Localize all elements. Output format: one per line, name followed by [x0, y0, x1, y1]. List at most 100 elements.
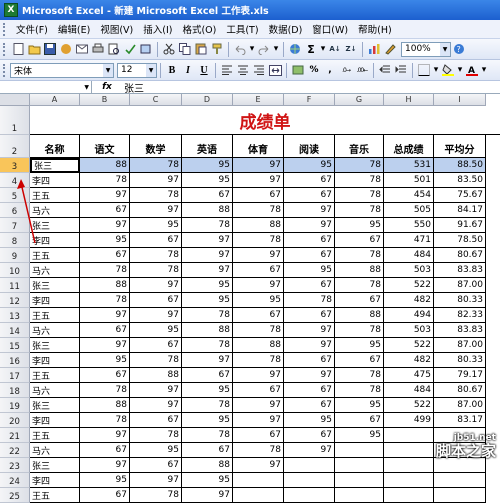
dropdown-arrow-icon[interactable]: ▾ [481, 63, 487, 77]
column-header[interactable]: F [284, 94, 335, 106]
permission-icon[interactable] [59, 42, 73, 56]
menu-format[interactable]: 格式(O) [177, 22, 221, 36]
score-cell[interactable]: 67 [284, 398, 335, 413]
score-cell[interactable]: 80.67 [434, 383, 486, 398]
score-cell[interactable]: 67 [80, 203, 130, 218]
score-cell[interactable]: 97 [80, 458, 130, 473]
underline-button[interactable]: U [197, 63, 211, 77]
score-cell[interactable] [233, 473, 284, 488]
score-cell[interactable]: 97 [130, 173, 182, 188]
score-cell[interactable]: 67 [335, 293, 384, 308]
open-folder-icon[interactable] [27, 42, 41, 56]
score-cell[interactable]: 78 [335, 158, 384, 173]
name-cell[interactable]: 李四 [30, 293, 80, 308]
name-cell[interactable]: 王五 [30, 488, 80, 503]
score-cell[interactable]: 67 [130, 293, 182, 308]
score-cell[interactable]: 95 [130, 443, 182, 458]
score-cell[interactable]: 67 [130, 413, 182, 428]
dropdown-arrow-icon[interactable]: ▾ [457, 63, 463, 77]
score-cell[interactable]: 78.50 [434, 233, 486, 248]
header-cell[interactable]: 总成绩 [384, 135, 434, 158]
score-cell[interactable]: 67 [182, 368, 233, 383]
dropdown-arrow-icon[interactable]: ▾ [433, 63, 439, 77]
score-cell[interactable]: 78 [233, 443, 284, 458]
align-center-icon[interactable] [236, 63, 250, 77]
score-cell[interactable]: 67 [284, 353, 335, 368]
toolbar-grip-icon[interactable] [3, 23, 7, 36]
row-header[interactable]: 21 [0, 428, 30, 443]
score-cell[interactable]: 88 [182, 458, 233, 473]
score-cell[interactable]: 78 [335, 248, 384, 263]
print-icon[interactable] [91, 42, 105, 56]
score-cell[interactable]: 78 [130, 488, 182, 503]
score-cell[interactable]: 494 [384, 308, 434, 323]
score-cell[interactable]: 484 [384, 383, 434, 398]
score-cell[interactable]: 67 [284, 248, 335, 263]
score-cell[interactable]: 67 [80, 248, 130, 263]
score-cell[interactable]: 83.50 [434, 173, 486, 188]
menu-insert[interactable]: 插入(I) [138, 22, 177, 36]
score-cell[interactable]: 67 [80, 443, 130, 458]
score-cell[interactable]: 88 [80, 398, 130, 413]
score-cell[interactable]: 67 [182, 443, 233, 458]
score-cell[interactable]: 80.67 [434, 248, 486, 263]
score-cell[interactable]: 97 [130, 278, 182, 293]
research-icon[interactable] [139, 42, 153, 56]
score-cell[interactable]: 95 [284, 158, 335, 173]
name-cell[interactable]: 张三 [30, 338, 80, 353]
row-header[interactable]: 16 [0, 353, 30, 368]
score-cell[interactable]: 97 [80, 428, 130, 443]
score-cell[interactable]: 97 [182, 263, 233, 278]
column-header[interactable]: A [30, 94, 80, 106]
font-name-select[interactable]: 宋体 ▼ [10, 63, 114, 78]
increase-decimal-icon[interactable]: .0→ [339, 63, 353, 77]
score-cell[interactable]: 95 [335, 218, 384, 233]
score-cell[interactable]: 87.00 [434, 338, 486, 353]
sort-ascending-icon[interactable]: A↓ [328, 42, 342, 56]
fill-color-icon[interactable] [441, 63, 455, 77]
score-cell[interactable]: 97 [284, 443, 335, 458]
score-cell[interactable]: 503 [384, 323, 434, 338]
column-header[interactable]: H [384, 94, 434, 106]
score-cell[interactable]: 67 [284, 383, 335, 398]
score-cell[interactable] [384, 458, 434, 473]
row-header[interactable]: 20 [0, 413, 30, 428]
score-cell[interactable]: 95 [182, 173, 233, 188]
toolbar-grip-icon[interactable] [3, 64, 7, 77]
score-cell[interactable]: 95 [80, 473, 130, 488]
score-cell[interactable]: 78 [233, 233, 284, 248]
paste-icon[interactable] [194, 42, 208, 56]
score-cell[interactable]: 95 [80, 233, 130, 248]
score-cell[interactable]: 78 [182, 338, 233, 353]
score-cell[interactable]: 78 [284, 293, 335, 308]
score-cell[interactable]: 78 [182, 218, 233, 233]
score-cell[interactable]: 78 [130, 428, 182, 443]
column-header[interactable]: C [130, 94, 182, 106]
menu-file[interactable]: 文件(F) [11, 22, 53, 36]
score-cell[interactable]: 80.33 [434, 293, 486, 308]
hyperlink-icon[interactable] [288, 42, 302, 56]
score-cell[interactable]: 88 [233, 338, 284, 353]
zoom-select[interactable]: 100% ▼ [401, 42, 451, 57]
score-cell[interactable] [434, 473, 486, 488]
score-cell[interactable]: 95 [335, 398, 384, 413]
score-cell[interactable]: 97 [233, 398, 284, 413]
font-color-icon[interactable]: A [465, 63, 479, 77]
score-cell[interactable]: 95 [80, 353, 130, 368]
score-cell[interactable]: 97 [284, 203, 335, 218]
score-cell[interactable]: 83.83 [434, 263, 486, 278]
row-header[interactable]: 24 [0, 473, 30, 488]
score-cell[interactable]: 97 [80, 308, 130, 323]
score-cell[interactable]: 95 [182, 413, 233, 428]
score-cell[interactable]: 97 [182, 248, 233, 263]
row-header[interactable]: 15 [0, 338, 30, 353]
score-cell[interactable]: 97 [130, 398, 182, 413]
score-cell[interactable]: 78 [80, 383, 130, 398]
score-cell[interactable]: 95 [130, 218, 182, 233]
column-header[interactable]: D [182, 94, 233, 106]
name-cell[interactable]: 李四 [30, 473, 80, 488]
score-cell[interactable]: 67 [284, 233, 335, 248]
score-cell[interactable]: 95 [182, 383, 233, 398]
undo-icon[interactable] [233, 42, 247, 56]
score-cell[interactable]: 454 [384, 188, 434, 203]
